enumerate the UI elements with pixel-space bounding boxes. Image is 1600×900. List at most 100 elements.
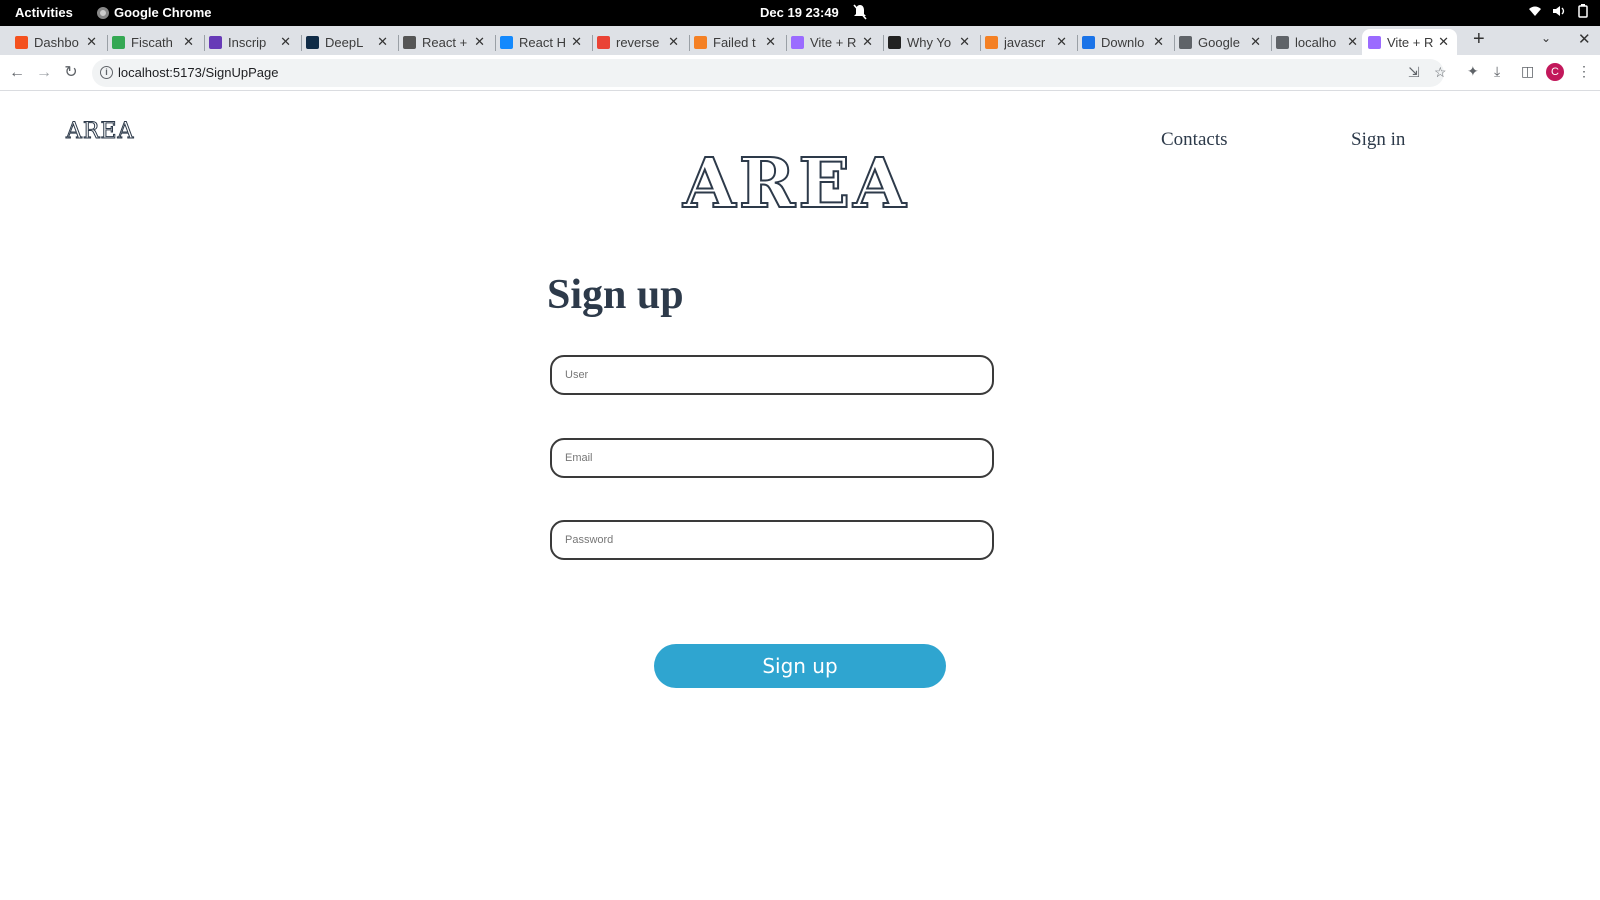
tab[interactable]: DeepL ✕	[306, 29, 396, 55]
address-bar[interactable]: i localhost:5173/SignUpPage ⇲ ☆	[92, 59, 1447, 87]
share-icon[interactable]: ⇲	[1408, 64, 1420, 81]
forward-arrow-icon[interactable]: →	[33, 62, 55, 84]
close-icon[interactable]: ✕	[280, 34, 291, 50]
volume-icon	[1553, 6, 1565, 16]
download-icon	[1082, 35, 1095, 49]
tab-search-chevron-down-icon[interactable]: ⌄	[1541, 31, 1551, 45]
email-field[interactable]	[550, 438, 994, 478]
activities-button[interactable]: Activities	[15, 5, 73, 20]
notifications-muted-icon	[853, 4, 867, 20]
tab-label: localho	[1295, 34, 1337, 50]
tab[interactable]: reverse ✕	[597, 29, 687, 55]
close-icon[interactable]: ✕	[86, 34, 97, 50]
page-title: Sign up	[547, 272, 684, 318]
app-menu[interactable]: Google Chrome	[97, 5, 212, 20]
close-icon[interactable]: ✕	[1438, 34, 1449, 50]
tab[interactable]: Downlo ✕	[1082, 29, 1172, 55]
close-icon[interactable]: ✕	[474, 34, 485, 50]
site-info-icon[interactable]: i	[100, 66, 113, 79]
medium-icon	[888, 35, 901, 49]
tab-label: Vite + R	[1387, 34, 1433, 50]
close-icon[interactable]: ✕	[1153, 34, 1164, 50]
google-icon	[597, 35, 610, 49]
tab-separator	[1271, 35, 1272, 51]
system-top-bar: Activities Google Chrome Dec 19 23:49	[0, 0, 1600, 26]
tab-separator	[980, 35, 981, 51]
tab[interactable]: Inscrip ✕	[209, 29, 299, 55]
tab[interactable]: Why Yo ✕	[888, 29, 978, 55]
tab-label: React +	[422, 34, 468, 50]
password-field[interactable]	[550, 520, 994, 560]
extensions-puzzle-icon[interactable]: ✦	[1467, 63, 1479, 80]
close-icon[interactable]: ✕	[377, 34, 388, 50]
tab[interactable]: React + ✕	[403, 29, 493, 55]
tab-separator	[1077, 35, 1078, 51]
browser-toolbar: ← → ↻ i localhost:5173/SignUpPage ⇲ ☆ ✦ …	[0, 55, 1600, 91]
tab-separator	[398, 35, 399, 51]
hero-logo: AREA	[682, 143, 909, 225]
side-panel-icon[interactable]: ◫	[1521, 63, 1534, 80]
tab-separator	[1174, 35, 1175, 51]
tab-separator	[883, 35, 884, 51]
tab[interactable]: Google ✕	[1179, 29, 1269, 55]
vite-icon	[791, 35, 804, 49]
url-text[interactable]: localhost:5173/SignUpPage	[118, 65, 278, 80]
tab[interactable]: Dashbo ✕	[15, 29, 105, 55]
nav-link-sign-in[interactable]: Sign in	[1351, 129, 1405, 151]
page-content: AREA Contacts Sign in AREA Sign up Sign …	[0, 91, 1600, 900]
sign-up-button[interactable]: Sign up	[654, 644, 946, 688]
bookmark-star-icon[interactable]: ☆	[1434, 64, 1447, 81]
tab-separator	[786, 35, 787, 51]
tab[interactable]: Vite + R ✕	[1362, 29, 1457, 55]
close-icon[interactable]: ✕	[765, 34, 776, 50]
close-icon[interactable]: ✕	[862, 34, 873, 50]
tab-separator	[107, 35, 108, 51]
tab[interactable]: javascr ✕	[985, 29, 1075, 55]
profile-avatar[interactable]: C	[1546, 63, 1564, 81]
github-icon	[403, 35, 416, 49]
tab-label: Downlo	[1101, 34, 1145, 50]
battery-icon	[1578, 4, 1588, 18]
system-tray[interactable]	[1528, 4, 1590, 18]
kebab-menu-icon[interactable]: ⋮	[1577, 63, 1591, 80]
wifi-icon	[1529, 6, 1541, 16]
tab-label: Why Yo	[907, 34, 952, 50]
tab[interactable]: Fiscath ✕	[112, 29, 202, 55]
nav-link-contacts[interactable]: Contacts	[1161, 129, 1228, 151]
stackblitz-icon	[500, 35, 513, 49]
new-tab-button[interactable]: +	[1473, 28, 1485, 51]
close-icon[interactable]: ✕	[668, 34, 679, 50]
deepl-icon	[306, 35, 319, 49]
tab[interactable]: Vite + R ✕	[791, 29, 881, 55]
header-logo[interactable]: AREA	[65, 119, 134, 145]
tab-label: Failed t	[713, 34, 756, 50]
tab-label: Inscrip	[228, 34, 267, 50]
tab[interactable]: React H ✕	[500, 29, 590, 55]
close-icon[interactable]: ✕	[959, 34, 970, 50]
tab[interactable]: Failed t ✕	[694, 29, 784, 55]
reload-icon[interactable]: ↻	[60, 62, 82, 84]
tab-separator	[301, 35, 302, 51]
close-icon[interactable]: ✕	[183, 34, 194, 50]
user-field[interactable]	[550, 355, 994, 395]
close-icon[interactable]: ✕	[1056, 34, 1067, 50]
downloads-icon[interactable]: ⤓	[1494, 63, 1500, 80]
tab-label: Fiscath	[131, 34, 173, 50]
clock[interactable]: Dec 19 23:49	[760, 5, 839, 20]
back-arrow-icon[interactable]: ←	[6, 62, 28, 84]
vite-icon	[1368, 35, 1381, 49]
window-close-icon[interactable]: ✕	[1578, 30, 1591, 48]
tab-label: Google	[1198, 34, 1240, 50]
close-icon[interactable]: ✕	[1347, 34, 1358, 50]
tab-label: React H	[519, 34, 565, 50]
globe-icon	[1276, 35, 1289, 49]
close-icon[interactable]: ✕	[1250, 34, 1261, 50]
app-name: Google Chrome	[114, 5, 212, 20]
chrome-icon	[97, 6, 109, 19]
tab-label: javascr	[1004, 34, 1046, 50]
tab[interactable]: localho ✕	[1276, 29, 1366, 55]
close-icon[interactable]: ✕	[571, 34, 582, 50]
tab-separator	[204, 35, 205, 51]
tab-separator	[495, 35, 496, 51]
stackoverflow-icon	[694, 35, 707, 49]
